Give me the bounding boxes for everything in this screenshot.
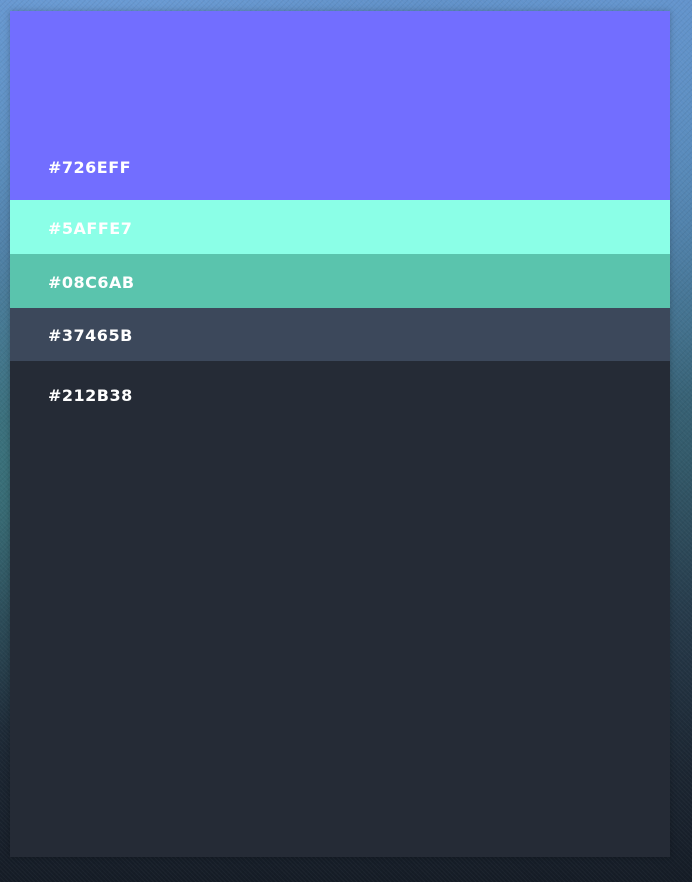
- swatch-aqua[interactable]: #5AFFE7: [10, 200, 670, 254]
- swatch-teal[interactable]: #08C6AB: [10, 254, 670, 308]
- swatch-hex-label: #37465B: [48, 326, 133, 345]
- color-palette-card: #726EFF #5AFFE7 #08C6AB #37465B #212B38: [10, 11, 670, 857]
- swatch-purple[interactable]: #726EFF: [10, 11, 670, 200]
- swatch-hex-label: #212B38: [48, 386, 133, 405]
- swatch-hex-label: #726EFF: [48, 158, 132, 177]
- swatch-hex-label: #5AFFE7: [48, 219, 133, 238]
- swatch-charcoal[interactable]: #212B38: [10, 361, 670, 857]
- swatch-hex-label: #08C6AB: [48, 273, 135, 292]
- swatch-slate[interactable]: #37465B: [10, 308, 670, 361]
